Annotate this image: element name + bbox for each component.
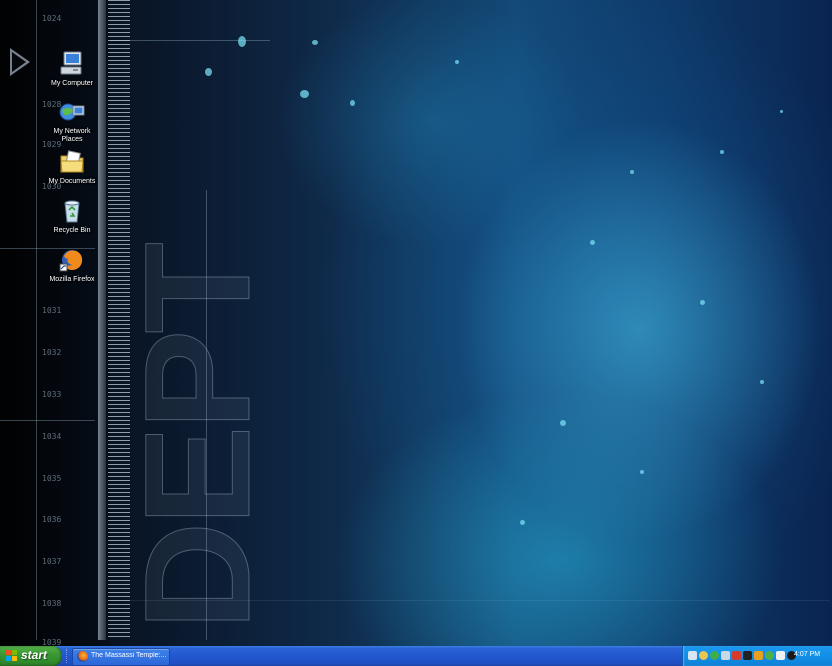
taskbar: start The Massassi Temple:... 4:07 PM	[0, 646, 832, 666]
depth-marker: 1036	[42, 515, 62, 524]
wallpaper-arrow	[10, 48, 30, 76]
network-places-icon	[58, 98, 86, 126]
start-label: start	[21, 648, 48, 662]
update-icon[interactable]	[754, 651, 763, 660]
depth-marker: 1033	[42, 390, 62, 399]
depth-marker: 1031	[42, 306, 62, 315]
bubble	[300, 90, 309, 98]
depth-marker: 1038	[42, 599, 62, 608]
shield-icon[interactable]	[776, 651, 785, 660]
desktop-icon-my-documents[interactable]: My Documents	[40, 148, 104, 186]
network-icon[interactable]	[688, 651, 697, 660]
desktop-icon-label: My Documents	[48, 178, 96, 185]
wallpaper-depth-text: DEPT	[113, 245, 282, 630]
wallpaper-ruler-bar	[98, 0, 106, 640]
bubble	[560, 420, 566, 426]
recycle-bin-icon	[58, 197, 86, 225]
volume-icon[interactable]	[699, 651, 708, 660]
bubble	[590, 240, 595, 245]
security-icon[interactable]	[710, 651, 719, 660]
antivirus-icon[interactable]	[732, 651, 741, 660]
bubble	[780, 110, 783, 113]
windows-logo-icon	[6, 650, 17, 661]
bubble	[455, 60, 459, 64]
desktop-icon-mozilla-firefox[interactable]: Mozilla Firefox	[40, 246, 104, 284]
my-computer-icon	[58, 50, 86, 78]
wallpaper-tech-panel	[0, 0, 110, 646]
bubble	[720, 150, 724, 154]
desktop-icon-network-places[interactable]: My Network Places	[40, 98, 104, 144]
taskbar-separator	[66, 649, 71, 663]
bubble	[640, 470, 644, 474]
bubble	[205, 68, 212, 76]
my-documents-icon	[58, 148, 86, 176]
messenger-icon[interactable]	[765, 651, 774, 660]
desktop-icon-label: Recycle Bin	[53, 227, 91, 234]
desktop-icon-label: My Computer	[50, 80, 93, 87]
desktop-icon-recycle-bin[interactable]: Recycle Bin	[40, 197, 104, 235]
start-button[interactable]: start	[0, 646, 62, 666]
depth-marker: 1037	[42, 557, 62, 566]
monitor-icon[interactable]	[721, 651, 730, 660]
taskbar-clock[interactable]: 4:07 PM	[794, 651, 820, 658]
firefox-icon	[77, 651, 88, 662]
depth-marker: 1024	[42, 14, 62, 23]
desktop-icon-label: My Network Places	[53, 128, 91, 143]
depth-marker: 1034	[42, 432, 62, 441]
bubble	[350, 100, 355, 106]
desktop[interactable]: 1024 1028 1029 1030 1031 1032 1033 1034 …	[0, 0, 832, 646]
taskbar-button-label: The Massassi Temple:...	[91, 652, 167, 659]
depth-marker: 1039	[42, 638, 62, 646]
wallpaper-line	[36, 0, 37, 640]
bubble	[630, 170, 634, 174]
bubble	[312, 40, 318, 45]
display-icon[interactable]	[743, 651, 752, 660]
wallpaper-line	[0, 420, 95, 421]
bubble	[520, 520, 525, 525]
wallpaper-line	[110, 40, 270, 41]
firefox-icon	[58, 246, 86, 274]
bubble	[760, 380, 764, 384]
depth-marker: 1035	[42, 474, 62, 483]
desktop-icon-label: Mozilla Firefox	[49, 276, 95, 283]
desktop-icon-my-computer[interactable]: My Computer	[40, 50, 104, 88]
taskbar-button-firefox[interactable]: The Massassi Temple:...	[72, 648, 170, 666]
depth-marker: 1032	[42, 348, 62, 357]
bubble	[700, 300, 705, 305]
bubble	[238, 36, 246, 47]
